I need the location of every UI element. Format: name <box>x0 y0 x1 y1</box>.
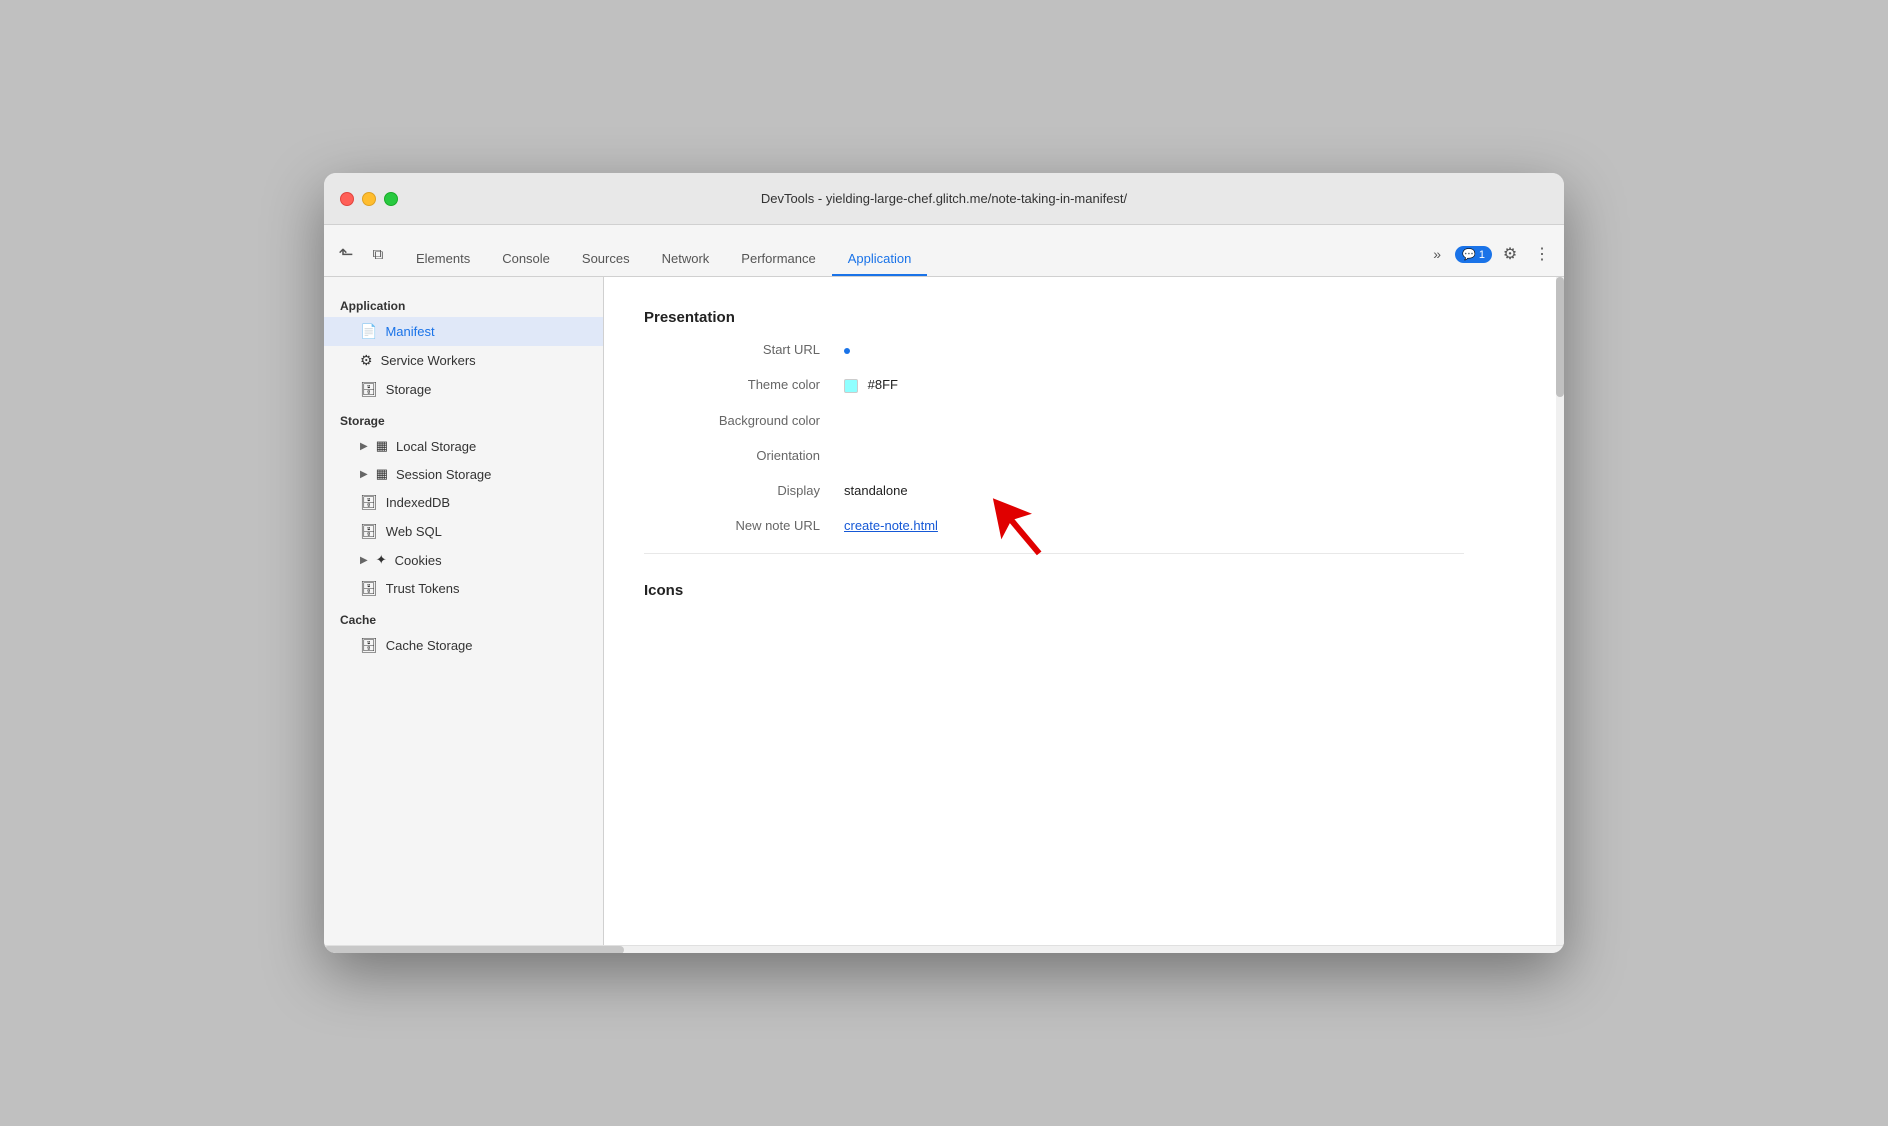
icons-title: Icons <box>644 574 1464 599</box>
tab-elements[interactable]: Elements <box>400 243 486 276</box>
devtools-icons: ⬑ ⧉ <box>332 240 392 276</box>
tab-performance[interactable]: Performance <box>725 243 831 276</box>
tab-application[interactable]: Application <box>832 243 928 276</box>
theme-color-text: #8FF <box>868 377 898 392</box>
inspect-icon[interactable]: ⬑ <box>332 240 360 268</box>
toolbar-right: » 💬1 ⚙ ⋮ <box>1423 240 1556 276</box>
indexeddb-icon: 🗄 <box>360 494 378 511</box>
local-storage-icon: ▦ <box>376 438 388 454</box>
start-url-dot <box>844 348 850 354</box>
expand-icon: ▶ <box>360 555 368 566</box>
toolbar: ⬑ ⧉ Elements Console Sources Network Per… <box>324 225 1564 277</box>
window-title: DevTools - yielding-large-chef.glitch.me… <box>761 191 1127 206</box>
sidebar-manifest-label: Manifest <box>385 324 434 339</box>
content-inner: Presentation Start URL Theme color #8FF <box>604 277 1504 639</box>
sidebar-storage-label: Storage <box>386 382 432 397</box>
devtools-window: DevTools - yielding-large-chef.glitch.me… <box>324 173 1564 953</box>
sidebar-cookies-label: Cookies <box>395 553 442 568</box>
value-start-url <box>844 342 850 357</box>
horizontal-scrollbar[interactable] <box>324 945 1564 953</box>
sidebar-session-storage-label: Session Storage <box>396 467 491 482</box>
hscrollbar-thumb[interactable] <box>324 946 624 953</box>
more-tabs-button[interactable]: » <box>1423 240 1451 268</box>
sidebar: Application 📄 Manifest ⚙ Service Workers… <box>324 277 604 945</box>
main-area: Application 📄 Manifest ⚙ Service Workers… <box>324 277 1564 945</box>
maximize-button[interactable] <box>384 192 398 206</box>
sidebar-item-indexeddb[interactable]: 🗄 IndexedDB <box>324 488 603 517</box>
label-start-url: Start URL <box>644 342 844 357</box>
service-workers-icon: ⚙ <box>360 352 373 369</box>
traffic-lights <box>340 192 398 206</box>
label-orientation: Orientation <box>644 448 844 463</box>
row-background-color: Background color <box>644 413 1464 428</box>
row-theme-color: Theme color #8FF <box>644 377 1464 393</box>
sidebar-cache-storage-label: Cache Storage <box>386 638 473 653</box>
sidebar-web-sql-label: Web SQL <box>386 524 442 539</box>
red-arrow-annotation <box>964 488 1054 578</box>
session-storage-icon: ▦ <box>376 466 388 482</box>
cache-storage-icon: 🗄 <box>360 637 378 654</box>
tab-console[interactable]: Console <box>486 243 566 276</box>
expand-icon: ▶ <box>360 469 368 480</box>
label-new-note-url: New note URL <box>644 518 844 533</box>
sidebar-indexeddb-label: IndexedDB <box>386 495 450 510</box>
close-button[interactable] <box>340 192 354 206</box>
sidebar-item-storage[interactable]: 🗄 Storage <box>324 375 603 404</box>
value-new-note-url[interactable]: create-note.html <box>844 518 938 533</box>
minimize-button[interactable] <box>362 192 376 206</box>
theme-color-swatch <box>844 379 858 393</box>
sidebar-section-application: Application <box>324 293 603 317</box>
label-display: Display <box>644 483 844 498</box>
label-background-color: Background color <box>644 413 844 428</box>
row-orientation: Orientation <box>644 448 1464 463</box>
presentation-title: Presentation <box>644 301 1464 326</box>
sidebar-section-storage: Storage <box>324 408 603 432</box>
sidebar-item-web-sql[interactable]: 🗄 Web SQL <box>324 517 603 546</box>
storage-icon: 🗄 <box>360 381 378 398</box>
sidebar-service-workers-label: Service Workers <box>381 353 476 368</box>
main-tabs: Elements Console Sources Network Perform… <box>400 243 1423 276</box>
expand-icon: ▶ <box>360 441 368 452</box>
row-start-url: Start URL <box>644 342 1464 357</box>
web-sql-icon: 🗄 <box>360 523 378 540</box>
sidebar-item-cookies[interactable]: ▶ ✦ Cookies <box>324 546 603 574</box>
vertical-scrollbar[interactable] <box>1556 277 1564 945</box>
manifest-icon: 📄 <box>360 323 377 340</box>
row-display: Display standalone <box>644 483 1464 498</box>
sidebar-local-storage-label: Local Storage <box>396 439 476 454</box>
scrollbar-thumb[interactable] <box>1556 277 1564 397</box>
device-icon[interactable]: ⧉ <box>364 240 392 268</box>
sidebar-item-session-storage[interactable]: ▶ ▦ Session Storage <box>324 460 603 488</box>
row-new-note-url: New note URL create-note.html <box>644 518 1464 533</box>
tab-sources[interactable]: Sources <box>566 243 646 276</box>
sidebar-item-service-workers[interactable]: ⚙ Service Workers <box>324 346 603 375</box>
sidebar-section-cache: Cache <box>324 607 603 631</box>
titlebar: DevTools - yielding-large-chef.glitch.me… <box>324 173 1564 225</box>
label-theme-color: Theme color <box>644 377 844 392</box>
cookies-icon: ✦ <box>376 552 387 568</box>
sidebar-item-trust-tokens[interactable]: 🗄 Trust Tokens <box>324 574 603 603</box>
sidebar-item-cache-storage[interactable]: 🗄 Cache Storage <box>324 631 603 660</box>
value-theme-color: #8FF <box>844 377 898 393</box>
more-options-button[interactable]: ⋮ <box>1528 240 1556 268</box>
value-display: standalone <box>844 483 908 498</box>
settings-button[interactable]: ⚙ <box>1496 240 1524 268</box>
tab-network[interactable]: Network <box>646 243 726 276</box>
notifications-badge[interactable]: 💬1 <box>1455 246 1492 263</box>
sidebar-item-local-storage[interactable]: ▶ ▦ Local Storage <box>324 432 603 460</box>
sidebar-item-manifest[interactable]: 📄 Manifest <box>324 317 603 346</box>
sidebar-trust-tokens-label: Trust Tokens <box>386 581 460 596</box>
content-panel: Presentation Start URL Theme color #8FF <box>604 277 1564 945</box>
section-divider <box>644 553 1464 554</box>
trust-tokens-icon: 🗄 <box>360 580 378 597</box>
